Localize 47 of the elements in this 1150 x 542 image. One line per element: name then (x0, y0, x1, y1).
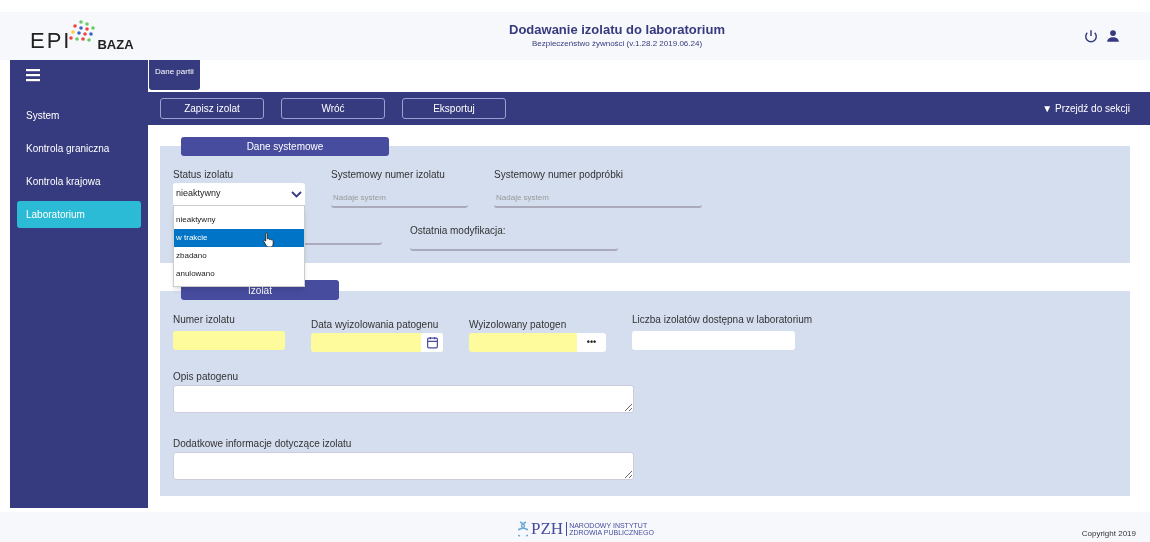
input-field[interactable]: Nadaje system (331, 189, 468, 208)
dropdown-option[interactable]: anulowano (174, 265, 304, 283)
toolbar-button[interactable]: Wróć (281, 98, 385, 119)
field-label: Liczba izolatów dostępna w laboratorium (632, 315, 814, 325)
dots-logo-icon (67, 20, 98, 44)
toolbar-button[interactable]: Zapisz izolat (160, 98, 264, 119)
field-label: Dodatkowe informacje dotyczące izolatu (173, 439, 353, 449)
dropdown-option[interactable]: nieaktywny (174, 211, 304, 229)
text-area[interactable] (173, 452, 634, 480)
logo-text: PZH (531, 520, 564, 537)
chevron-down-icon (291, 190, 302, 198)
field-label: Numer izolatu (173, 315, 236, 325)
page-title: Dodawanie izolatu do laboratorium (509, 21, 725, 39)
input-field[interactable]: Nadaje system (494, 189, 702, 208)
sidebar-item[interactable]: Kontrola krajowa (17, 168, 141, 195)
field-label: Systemowy numer izolatu (331, 170, 446, 180)
field-label: Ostatnia modyfikacja: (410, 226, 507, 236)
field-label: Opis patogenu (173, 372, 240, 382)
section-link[interactable]: ▼ Przejdź do sekcji (1042, 101, 1130, 116)
helix-icon (518, 520, 528, 537)
field-label: Status izolatu (173, 170, 235, 180)
text-area[interactable] (173, 385, 634, 413)
toolbar-button[interactable]: Eksportuj (402, 98, 506, 119)
user-icon[interactable] (1106, 29, 1120, 43)
logo-text: BAZA (97, 38, 134, 51)
panel-title: Dane systemowe (181, 137, 389, 156)
input-field[interactable] (632, 330, 795, 350)
input-field[interactable] (469, 333, 577, 352)
date-field[interactable] (311, 333, 443, 352)
dropdown-option[interactable]: zbadano (174, 247, 304, 265)
logo-text: EPI (30, 30, 72, 52)
hand-pointer-icon (262, 231, 276, 247)
copyright-text: Copyright 2019 (1081, 528, 1136, 540)
input-field[interactable] (173, 330, 285, 350)
field-label: Systemowy numer podpróbki (494, 170, 624, 180)
field-label: Wyizolowany patogen (469, 320, 568, 330)
status-select[interactable]: nieaktywny (173, 183, 305, 205)
tab[interactable]: Dane partii (149, 60, 200, 90)
menu-icon[interactable] (26, 68, 40, 82)
browse-button[interactable]: ••• (577, 333, 606, 352)
field-label: Data wyizolowania patogenu (311, 320, 440, 330)
page-subtitle: Bezpieczeństwo żywności (v.1.28.2 2019.06.24) (531, 38, 703, 51)
calendar-icon[interactable] (425, 336, 439, 349)
dropdown-option[interactable]: w trakcie (174, 229, 304, 247)
sidebar-item[interactable]: System (17, 102, 141, 129)
power-icon[interactable] (1084, 29, 1098, 43)
sidebar-item[interactable]: Kontrola graniczna (17, 135, 141, 162)
